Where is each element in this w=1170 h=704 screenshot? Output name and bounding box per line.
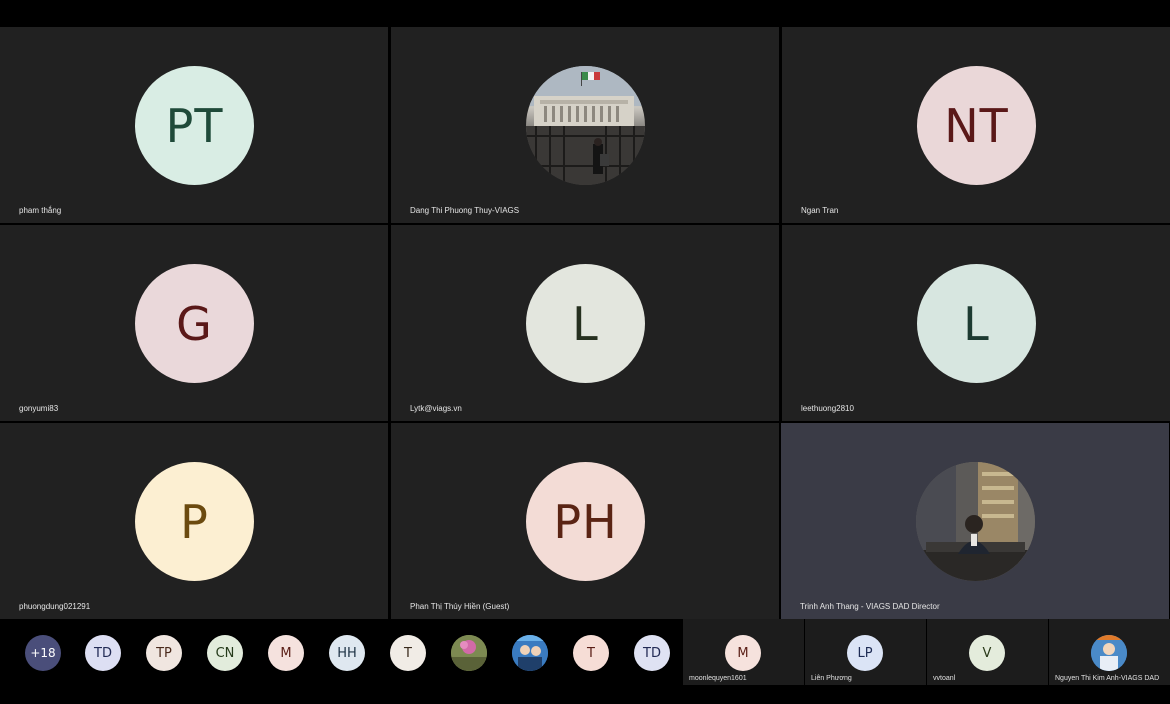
strip-participant-tile[interactable]: M moonlequyen1601 (683, 619, 804, 685)
flower-photo-icon (451, 635, 487, 671)
bottom-bar (0, 685, 1170, 704)
participant-avatar-small[interactable]: HH (329, 635, 365, 671)
participant-avatar-small[interactable]: TP (146, 635, 182, 671)
participant-name: vvtoanl (933, 675, 956, 682)
more-participants-badge[interactable]: +18 (25, 635, 61, 671)
participant-avatar-small[interactable]: CN (207, 635, 243, 671)
participant-name: Ngan Tran (801, 206, 839, 215)
participant-tile[interactable]: G gonyumi83 (0, 225, 388, 421)
participant-tile[interactable]: NT Ngan Tran (782, 27, 1170, 223)
strip-participant-tile[interactable]: V vvtoanl (927, 619, 1048, 685)
participant-avatar-small[interactable]: M (268, 635, 304, 671)
participant-tile[interactable]: PH Phan Thị Thúy Hiền (Guest) (391, 423, 779, 619)
participant-name: Trinh Anh Thang - VIAGS DAD Director (800, 602, 940, 611)
participant-name: Dang Thi Phuong Thuy-VIAGS (410, 206, 520, 215)
participant-avatar-small[interactable]: T (573, 635, 609, 671)
participant-photo (526, 66, 645, 185)
participant-tile[interactable]: L leethuong2810 (782, 225, 1170, 421)
participant-avatar: P (135, 462, 254, 581)
participant-name: Lytk@viags.vn (410, 404, 462, 413)
top-bar (0, 0, 1170, 27)
participant-name: Liên Phương (811, 675, 852, 682)
participant-photo-small[interactable] (451, 635, 487, 671)
participant-name: phuongdung021291 (19, 602, 91, 611)
office-photo-icon (916, 462, 1035, 581)
participant-avatar-small[interactable]: T (390, 635, 426, 671)
participant-strip: +18 TD TP CN M HH T T TD M moonlequyen16… (0, 619, 1170, 685)
participant-name: gonyumi83 (19, 404, 59, 413)
participant-avatar-small: V (969, 635, 1005, 671)
participant-avatar: G (135, 264, 254, 383)
participant-avatar: NT (917, 66, 1036, 185)
participant-name: Phan Thị Thúy Hiền (Guest) (410, 602, 510, 611)
participant-name: pham thắng (19, 206, 62, 215)
participant-photo (916, 462, 1035, 581)
strip-participant-tile[interactable]: LP Liên Phương (805, 619, 926, 685)
participant-tile[interactable]: P phuongdung021291 (0, 423, 388, 619)
participant-tile-speaking[interactable]: Trinh Anh Thang - VIAGS DAD Director (781, 423, 1169, 619)
participant-name: leethuong2810 (801, 404, 854, 413)
participant-name: Nguyen Thi Kim Anh-VIAGS DAD (1055, 675, 1160, 682)
participant-avatar-small: LP (847, 635, 883, 671)
participant-name: moonlequyen1601 (689, 675, 747, 682)
participant-avatar: PT (135, 66, 254, 185)
participant-avatar: L (917, 264, 1036, 383)
video-grid: PT pham thắng Dang Thi Phuong Thuy-VIAGS… (0, 27, 1170, 619)
participant-avatar: PH (526, 462, 645, 581)
participant-tile[interactable]: Dang Thi Phuong Thuy-VIAGS (391, 27, 779, 223)
participant-tile[interactable]: L Lytk@viags.vn (391, 225, 779, 421)
participant-photo-small[interactable] (512, 635, 548, 671)
participant-photo-small (1091, 635, 1127, 671)
participant-avatar-small: M (725, 635, 761, 671)
participant-avatar-small[interactable]: TD (85, 635, 121, 671)
participant-avatar-small[interactable]: TD (634, 635, 670, 671)
participant-avatar: L (526, 264, 645, 383)
person-photo-icon (1091, 635, 1127, 671)
building-photo-icon (526, 66, 645, 185)
participant-tile[interactable]: PT pham thắng (0, 27, 388, 223)
group-photo-icon (512, 635, 548, 671)
strip-participant-tile[interactable]: Nguyen Thi Kim Anh-VIAGS DAD (1049, 619, 1170, 685)
